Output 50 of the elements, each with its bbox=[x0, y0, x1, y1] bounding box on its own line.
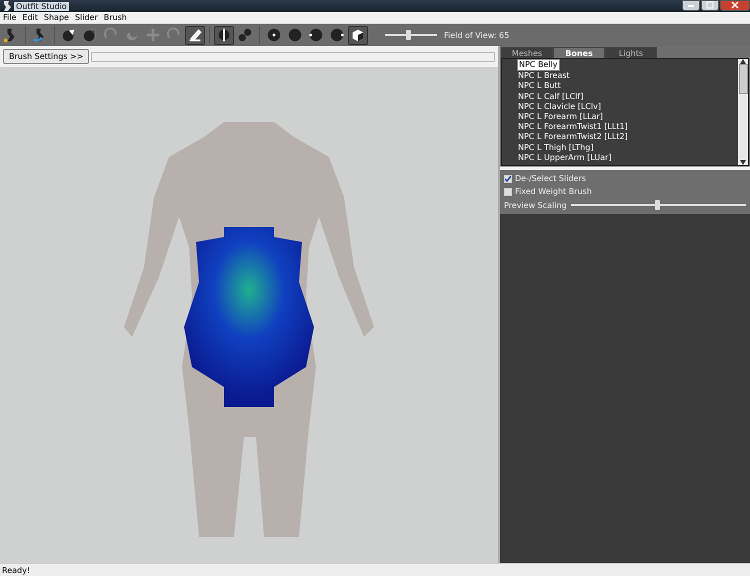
status-text: Ready! bbox=[2, 566, 30, 574]
slider-track[interactable] bbox=[385, 30, 437, 40]
toolbar-button[interactable] bbox=[214, 26, 234, 44]
menu-item[interactable]: Slider bbox=[72, 12, 101, 23]
toolbar-button[interactable] bbox=[185, 26, 205, 44]
sphere-right-icon bbox=[329, 27, 345, 43]
bone-item[interactable]: NPC L Butt bbox=[517, 81, 562, 92]
close-icon bbox=[731, 1, 739, 9]
close-button[interactable] bbox=[720, 0, 750, 11]
bone-item[interactable]: NPC L Forearm [LLar] bbox=[517, 112, 604, 122]
sphere-left-icon bbox=[308, 27, 324, 43]
menu-item[interactable]: File bbox=[0, 12, 20, 23]
slider-track[interactable] bbox=[570, 200, 746, 210]
minimize-button[interactable] bbox=[682, 0, 700, 11]
window-title: Outfit Studio bbox=[14, 2, 69, 10]
bone-item[interactable]: NPC L ForearmTwist1 [LLt1] bbox=[517, 122, 629, 132]
dots-icon bbox=[237, 27, 253, 43]
maximize-icon bbox=[706, 1, 714, 9]
bone-item[interactable]: NPC L Calf [LClf] bbox=[517, 92, 584, 102]
mirror-icon bbox=[216, 27, 232, 43]
ball-arrow-icon bbox=[61, 27, 77, 43]
maximize-button[interactable] bbox=[701, 0, 719, 11]
toolbar-button[interactable] bbox=[348, 26, 368, 44]
bone-item[interactable]: NPC L Breast bbox=[517, 71, 571, 82]
cube-icon bbox=[350, 27, 366, 43]
sphere-icon bbox=[287, 27, 303, 43]
slider-thumb[interactable] bbox=[654, 200, 660, 210]
brush-icon bbox=[187, 27, 203, 43]
tab[interactable]: Meshes bbox=[501, 47, 553, 58]
tab[interactable]: Bones bbox=[553, 47, 605, 58]
menu-item[interactable]: Edit bbox=[19, 12, 41, 23]
sphere-dot-icon bbox=[266, 27, 282, 43]
tab[interactable]: Lights bbox=[605, 47, 657, 58]
brush-settings-button[interactable]: Brush Settings >> bbox=[3, 49, 90, 64]
fov-label: Field of View: 65 bbox=[444, 30, 510, 40]
menu-item[interactable]: Shape bbox=[40, 12, 72, 23]
bone-item[interactable]: NPC L Clavicle [LClv] bbox=[517, 102, 602, 112]
bone-item[interactable]: NPC L ForearmTwist2 [LLt2] bbox=[517, 132, 629, 142]
option-label: De-/Select Sliders bbox=[515, 174, 586, 183]
ball-square-icon bbox=[82, 27, 98, 43]
bone-item[interactable]: NPC L Thigh [LThg] bbox=[517, 142, 594, 153]
slider-thumb[interactable] bbox=[406, 30, 412, 40]
move-icon bbox=[145, 27, 161, 43]
option-label: Fixed Weight Brush bbox=[515, 187, 592, 196]
bone-item[interactable]: NPC L UpperArm [LUar] bbox=[517, 152, 612, 163]
checkbox[interactable] bbox=[504, 174, 512, 182]
menu-item[interactable]: Brush bbox=[100, 12, 130, 23]
bone-item[interactable]: NPC Belly bbox=[517, 59, 560, 72]
scrollbar[interactable] bbox=[738, 59, 748, 165]
preview-scaling-label: Preview Scaling bbox=[504, 200, 567, 210]
